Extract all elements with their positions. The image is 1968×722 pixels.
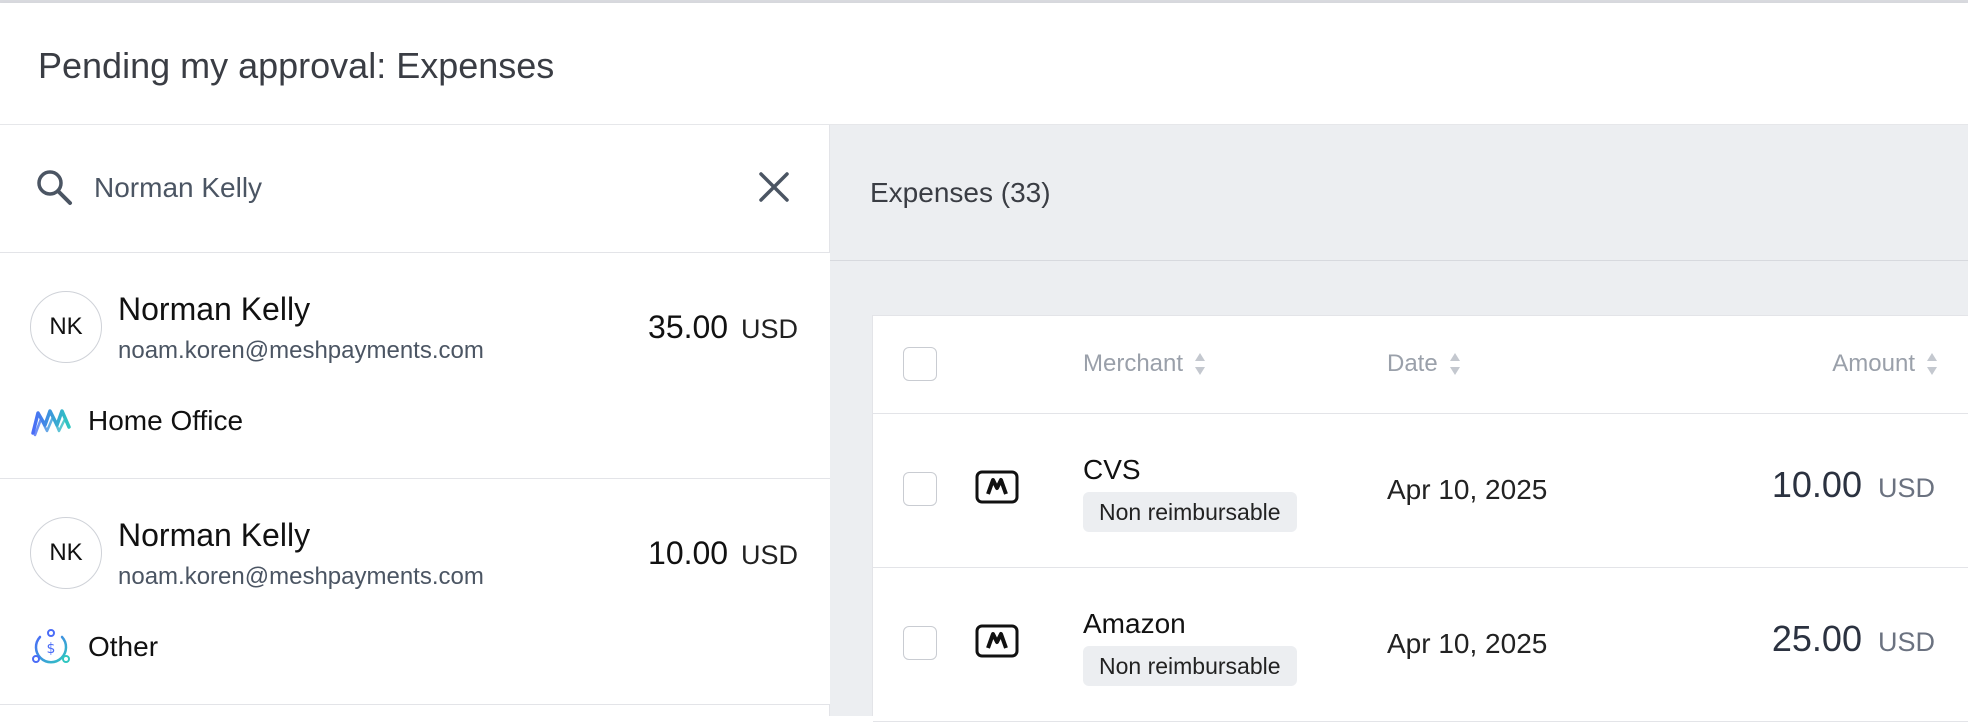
sort-icon xyxy=(1449,353,1460,375)
card-icon xyxy=(975,470,1019,504)
requester-name: Norman Kelly xyxy=(118,291,311,327)
requester-name: Norman Kelly xyxy=(118,517,311,553)
divider xyxy=(830,260,1968,261)
merchant-name: Amazon xyxy=(1083,608,1186,639)
other-dollar-icon: $ xyxy=(32,629,70,664)
amount-value: 10.00 xyxy=(1771,464,1862,505)
row-checkbox[interactable] xyxy=(903,626,937,660)
table-row[interactable]: Amazon Non reimbursable Apr 10, 2025 25.… xyxy=(873,568,1968,722)
search-input[interactable] xyxy=(94,163,714,213)
requester-email: noam.koren@meshpayments.com xyxy=(118,563,484,590)
expense-amount: 25.00 USD xyxy=(1772,618,1935,660)
requests-panel: NK Norman Kelly noam.koren@meshpayments.… xyxy=(0,125,830,716)
amount-currency: USD xyxy=(1877,473,1935,503)
amount-value: 10.00 xyxy=(648,535,729,571)
amount-value: 35.00 xyxy=(648,309,729,345)
expenses-title: Expenses (33) xyxy=(870,177,1051,208)
sort-icon xyxy=(1927,353,1937,375)
expense-date: Apr 10, 2025 xyxy=(1387,474,1548,505)
category-label: Home Office xyxy=(88,405,244,436)
table-header: Merchant Date Amount xyxy=(873,316,1968,414)
expense-amount: 10.00 USD xyxy=(1772,464,1935,506)
amount-currency: USD xyxy=(1877,627,1935,657)
request-card[interactable]: NK Norman Kelly noam.koren@meshpayments.… xyxy=(0,479,830,705)
request-amount: 35.00 USD xyxy=(648,309,798,346)
avatar: NK xyxy=(30,517,102,589)
avatar: NK xyxy=(30,291,102,363)
column-label: Date xyxy=(1387,350,1438,377)
select-all-checkbox[interactable] xyxy=(903,347,937,381)
category-label: Other xyxy=(88,631,159,662)
expenses-panel: Expenses (33) Merchant Date Amount CVS N… xyxy=(830,125,1968,722)
status-badge: Non reimbursable xyxy=(1083,646,1297,686)
requester-email: noam.koren@meshpayments.com xyxy=(118,337,484,364)
expenses-table: Merchant Date Amount CVS Non reimbursabl… xyxy=(872,315,1968,722)
amount-value: 25.00 xyxy=(1771,618,1862,659)
svg-text:$: $ xyxy=(47,641,56,657)
status-badge: Non reimbursable xyxy=(1083,492,1297,532)
row-checkbox[interactable] xyxy=(903,472,937,506)
table-row[interactable]: CVS Non reimbursable Apr 10, 2025 10.00 … xyxy=(873,414,1968,568)
amount-currency: USD xyxy=(740,314,798,344)
amount-currency: USD xyxy=(740,540,798,570)
request-card[interactable]: NK Norman Kelly noam.koren@meshpayments.… xyxy=(0,253,830,479)
close-icon[interactable] xyxy=(756,169,792,205)
merchant-name: CVS xyxy=(1083,454,1141,485)
page-title: Pending my approval: Expenses xyxy=(38,45,555,86)
page-header: Pending my approval: Expenses xyxy=(0,3,1968,125)
card-icon xyxy=(975,624,1019,658)
home-office-icon xyxy=(31,409,71,437)
column-header-merchant[interactable]: Merchant xyxy=(1083,350,1207,378)
request-amount: 10.00 USD xyxy=(648,535,798,572)
search-bar xyxy=(0,125,830,253)
expense-date: Apr 10, 2025 xyxy=(1387,628,1548,659)
column-label: Merchant xyxy=(1083,350,1184,377)
column-header-date[interactable]: Date xyxy=(1387,350,1462,378)
sort-icon xyxy=(1195,353,1206,375)
column-label: Amount xyxy=(1832,350,1915,377)
column-header-amount[interactable]: Amount xyxy=(1832,350,1939,378)
search-icon xyxy=(37,170,72,205)
